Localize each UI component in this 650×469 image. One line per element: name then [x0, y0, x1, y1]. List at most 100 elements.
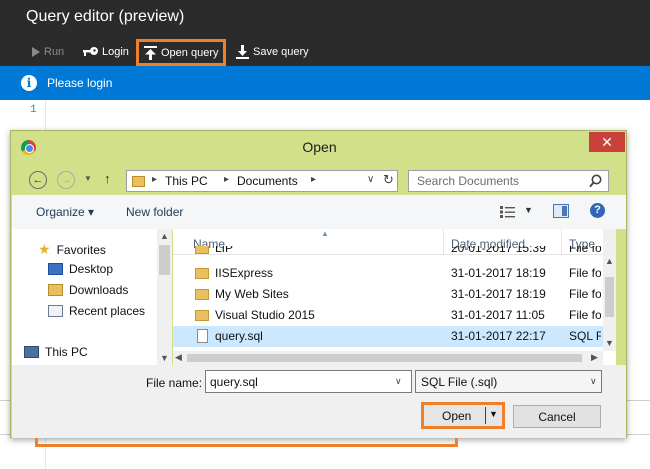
nav-label: Desktop — [69, 262, 114, 276]
run-button[interactable]: Run — [27, 41, 68, 63]
line-number: 1 — [30, 104, 37, 116]
preview-pane-icon[interactable] — [553, 204, 569, 218]
file-name: Visual Studio 2015 — [215, 308, 315, 322]
search-icon — [589, 174, 602, 188]
breadcrumb-separator-icon: ▸ — [152, 174, 158, 185]
file-type: SQL File — [569, 329, 601, 343]
file-row-selected[interactable]: query.sql 31-01-2017 22:17 SQL File — [173, 326, 603, 347]
file-type: File folder — [569, 287, 601, 301]
search-input[interactable]: Search Documents — [408, 170, 609, 192]
nav-item-favorites[interactable]: ★ Favorites — [38, 241, 106, 258]
dropdown-arrow-icon[interactable]: ▼ — [489, 409, 498, 419]
search-placeholder: Search Documents — [417, 174, 520, 188]
chevron-up-icon[interactable]: ▲ — [605, 256, 614, 266]
scroll-thumb[interactable] — [187, 354, 582, 362]
login-button[interactable]: Login — [78, 41, 133, 63]
file-date: 20-01-2017 15:39 — [451, 246, 546, 255]
info-icon: i — [21, 75, 37, 91]
view-dropdown-icon[interactable]: ▼ — [524, 205, 533, 215]
notice-text[interactable]: Please login — [47, 76, 112, 90]
file-list-vertical-scrollbar[interactable]: ▲ ▼ — [603, 229, 616, 351]
login-notice-bar: i Please login — [0, 66, 650, 100]
breadcrumb-this-pc[interactable]: This PC — [165, 174, 208, 188]
key-icon — [83, 47, 98, 56]
query-editor-toolbar: Run Login Open query Save query — [0, 38, 650, 66]
save-query-button[interactable]: Save query — [232, 41, 313, 63]
file-name: IISExpress — [215, 266, 274, 280]
nav-item-recent-places[interactable]: Recent places — [48, 304, 145, 318]
organize-menu[interactable]: Organize ▾ — [36, 205, 94, 219]
nav-item-downloads[interactable]: Downloads — [48, 283, 128, 297]
file-type-select[interactable]: SQL File (.sql) — [415, 370, 602, 393]
chevron-up-icon[interactable]: ▲ — [160, 231, 169, 241]
recent-locations-icon[interactable]: ▼ — [84, 174, 92, 183]
dialog-title: Open — [302, 139, 337, 155]
nav-item-desktop[interactable]: Desktop — [48, 262, 113, 276]
dialog-footer: File name: query.sql ∨ SQL File (.sql) ∨… — [12, 365, 626, 438]
nav-item-this-pc[interactable]: This PC — [24, 345, 88, 359]
page-title: Query editor (preview) — [26, 8, 185, 25]
chevron-right-icon[interactable]: ▶ — [591, 352, 598, 363]
nav-label: Favorites — [56, 242, 106, 257]
login-label: Login — [102, 46, 129, 58]
scroll-thumb[interactable] — [159, 245, 170, 275]
forward-arrow-icon[interactable]: → — [57, 171, 75, 189]
save-query-label: Save query — [253, 46, 309, 58]
back-arrow-icon[interactable]: ← — [29, 171, 47, 189]
nav-scrollbar[interactable]: ▲ ▼ — [157, 229, 172, 365]
query-editor-title-bar: Query editor (preview) — [0, 0, 650, 38]
up-arrow-icon[interactable]: ↑ — [104, 171, 111, 186]
play-icon — [32, 47, 40, 57]
sql-file-icon — [197, 329, 208, 343]
file-date: 31-01-2017 22:17 — [451, 329, 546, 343]
run-label: Run — [44, 46, 65, 58]
folder-icon — [195, 289, 209, 300]
nav-label: This PC — [45, 345, 88, 359]
chevron-down-icon[interactable]: ▼ — [160, 353, 169, 363]
scroll-thumb[interactable] — [605, 277, 614, 317]
file-name: LIP — [215, 246, 234, 255]
file-type: File folder — [569, 308, 601, 322]
cancel-button-label: Cancel — [538, 410, 576, 424]
open-button[interactable]: Open ▼ — [421, 402, 505, 429]
file-name: My Web Sites — [215, 287, 289, 301]
file-row[interactable]: IISExpress 31-01-2017 18:19 File folder — [173, 263, 603, 284]
file-date: 31-01-2017 18:19 — [451, 266, 546, 280]
open-query-label: Open query — [161, 46, 219, 59]
command-bar: Organize ▾ New folder ▼ ? — [12, 195, 626, 229]
open-file-dialog: Open ✕ ← → ▼ ↑ ▸ This PC ▸ Documents ▸ ∨… — [10, 130, 627, 447]
cancel-button[interactable]: Cancel — [513, 405, 601, 428]
file-name: query.sql — [215, 329, 263, 343]
chevron-down-icon[interactable]: ∨ — [590, 376, 597, 387]
file-row[interactable]: Visual Studio 2015 31-01-2017 11:05 File… — [173, 305, 603, 326]
recent-places-icon — [48, 305, 63, 317]
folder-icon — [195, 268, 209, 279]
file-row[interactable]: LIP 20-01-2017 15:39 File folder — [173, 246, 603, 256]
navigation-pane: ★ Favorites Desktop Downloads Recent pla… — [12, 229, 172, 365]
file-row[interactable]: My Web Sites 31-01-2017 18:19 File folde… — [173, 284, 603, 305]
view-options-icon[interactable] — [500, 206, 516, 218]
new-folder-button[interactable]: New folder — [126, 205, 183, 219]
chevron-down-icon[interactable]: ∨ — [395, 376, 402, 387]
breadcrumb-separator-icon: ▸ — [224, 174, 230, 185]
open-button-label: Open — [442, 409, 472, 423]
nav-label: Downloads — [69, 283, 129, 297]
file-name-label: File name: — [146, 376, 203, 390]
computer-icon — [24, 346, 39, 358]
folder-icon — [132, 176, 145, 187]
chevron-left-icon[interactable]: ◀ — [175, 352, 182, 363]
chevron-down-icon[interactable]: ∨ — [367, 174, 374, 185]
breadcrumb-documents[interactable]: Documents — [237, 174, 298, 188]
file-type: File folder — [569, 246, 601, 255]
address-bar[interactable]: ▸ This PC ▸ Documents ▸ ∨ ↻ — [126, 170, 398, 192]
nav-label: Recent places — [69, 304, 146, 318]
chevron-down-icon[interactable]: ▼ — [605, 338, 614, 348]
refresh-icon[interactable]: ↻ — [383, 172, 394, 188]
file-list: ▲ Name Date modified Type LIP 20-01-2017… — [173, 229, 616, 365]
file-list-horizontal-scrollbar[interactable]: ◀ ▶ — [173, 351, 603, 365]
close-button[interactable]: ✕ — [589, 132, 625, 152]
help-icon[interactable]: ? — [590, 203, 605, 218]
open-query-button[interactable]: Open query — [136, 39, 227, 66]
file-name-input[interactable]: query.sql — [205, 370, 412, 393]
desktop-icon — [48, 263, 63, 275]
